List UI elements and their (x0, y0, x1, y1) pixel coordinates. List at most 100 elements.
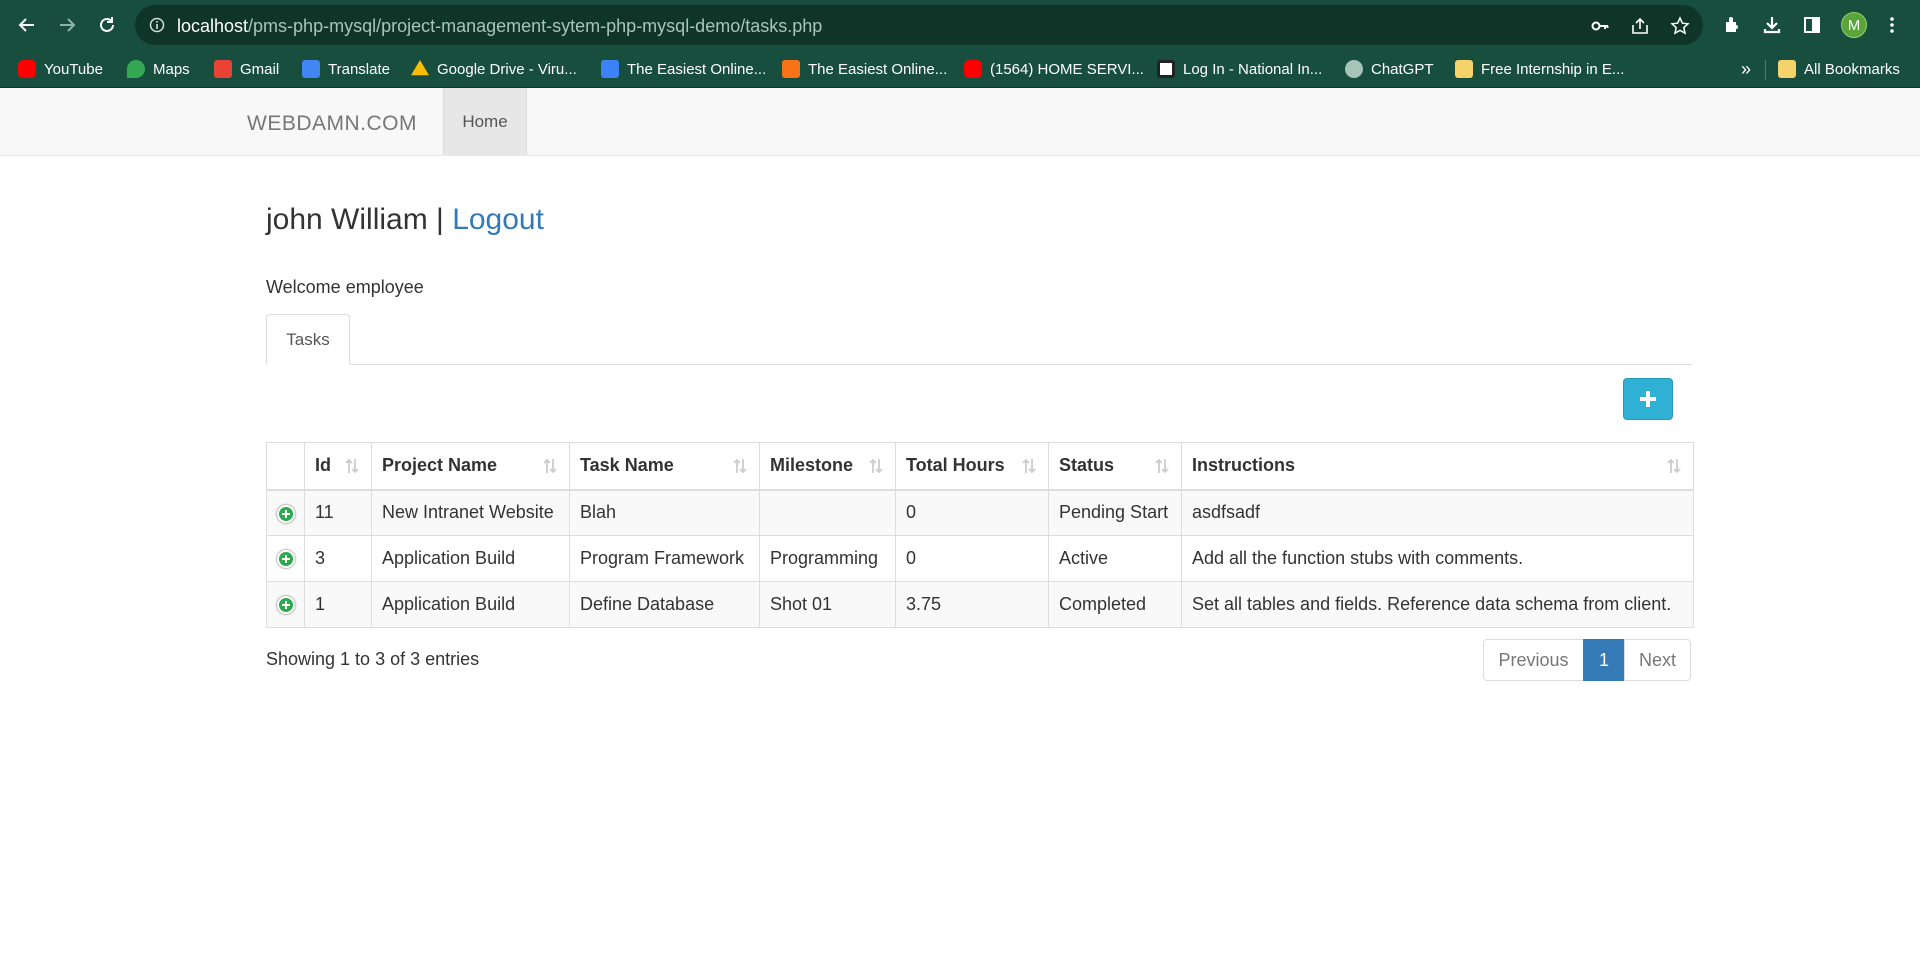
column-label: Milestone (770, 455, 854, 476)
column-label: Status (1059, 455, 1115, 476)
logout-link[interactable]: Logout (452, 203, 544, 236)
bookmark-free-internship[interactable]: Free Internship in E... (1455, 58, 1624, 80)
bookmark-easiest-online-1[interactable]: The Easiest Online... (601, 58, 766, 80)
plus-icon (1640, 391, 1656, 407)
bookmarks-overflow-icon[interactable]: » (1741, 58, 1751, 80)
expand-cell[interactable] (266, 535, 305, 582)
nav-home[interactable]: Home (443, 88, 527, 155)
cell-instructions: Add all the function stubs with comments… (1181, 535, 1694, 582)
extensions-icon[interactable] (1720, 13, 1744, 37)
cell-milestone: Programming (759, 535, 896, 582)
expand-row-icon[interactable] (276, 596, 295, 615)
cell-total-hours: 3.75 (895, 581, 1049, 628)
cell-task-name: Define Database (569, 581, 760, 628)
cell-project-name: New Intranet Website (371, 489, 570, 536)
bookmark-national-in[interactable]: Log In - National In... (1157, 58, 1322, 80)
reload-icon[interactable] (95, 13, 119, 37)
forward-icon[interactable] (55, 13, 79, 37)
youtube-icon (18, 60, 36, 78)
expand-cell[interactable] (266, 489, 305, 536)
cell-status: Active (1048, 535, 1182, 582)
pen-icon (601, 60, 619, 78)
folder-icon (1778, 60, 1796, 78)
profile-avatar[interactable]: M (1841, 12, 1867, 38)
column-header-task-name[interactable]: Task Name (569, 442, 760, 491)
table-row[interactable]: 3 Application Build Program Framework Pr… (266, 535, 1694, 582)
bookmark-gmail[interactable]: Gmail (214, 58, 279, 80)
expand-row-icon[interactable] (276, 504, 295, 523)
star-icon[interactable] (1670, 16, 1690, 36)
bookmark-youtube[interactable]: YouTube (18, 58, 103, 80)
bookmark-google-drive[interactable]: Google Drive - Viru... (411, 58, 577, 80)
table-header-row: Id Project Name Task Name Milestone Tota… (266, 442, 1694, 491)
column-header-milestone[interactable]: Milestone (759, 442, 896, 491)
all-bookmarks[interactable]: All Bookmarks (1778, 58, 1900, 80)
expand-row-icon[interactable] (276, 550, 295, 569)
sort-icon (543, 458, 557, 474)
expand-cell[interactable] (266, 581, 305, 628)
cell-id: 1 (304, 581, 372, 628)
download-icon[interactable] (1760, 13, 1784, 37)
browser-toolbar: localhost/pms-php-mysql/project-manageme… (0, 0, 1920, 50)
back-icon[interactable] (15, 13, 39, 37)
side-panel-icon[interactable] (1800, 13, 1824, 37)
column-header-project-name[interactable]: Project Name (371, 442, 570, 491)
bookmark-easiest-online-2[interactable]: The Easiest Online... (782, 58, 947, 80)
address-bar[interactable]: localhost/pms-php-mysql/project-manageme… (135, 5, 1703, 45)
next-button[interactable]: Next (1624, 639, 1691, 681)
bookmark-translate[interactable]: Translate (302, 58, 390, 80)
user-header: john William | Logout (266, 203, 544, 237)
url-text[interactable]: localhost/pms-php-mysql/project-manageme… (177, 16, 822, 37)
tabs-divider (266, 364, 1693, 365)
tasks-table: Id Project Name Task Name Milestone Tota… (266, 442, 1694, 628)
brand-logo[interactable]: WEBDAMN.COM (247, 112, 417, 136)
cell-instructions: Set all tables and fields. Reference dat… (1181, 581, 1694, 628)
cell-id: 3 (304, 535, 372, 582)
bookmark-chatgpt[interactable]: ChatGPT (1345, 58, 1434, 80)
column-header-instructions[interactable]: Instructions (1181, 442, 1694, 491)
cell-status: Completed (1048, 581, 1182, 628)
cell-instructions: asdfsadf (1181, 489, 1694, 536)
cell-task-name: Program Framework (569, 535, 760, 582)
cell-project-name: Application Build (371, 535, 570, 582)
bookmark-label: Log In - National In... (1183, 60, 1323, 78)
bookmark-label: The Easiest Online... (808, 60, 948, 78)
user-name: john William (266, 203, 428, 236)
column-header-id[interactable]: Id (304, 442, 372, 491)
column-header-total-hours[interactable]: Total Hours (895, 442, 1049, 491)
table-row[interactable]: 1 Application Build Define Database Shot… (266, 581, 1694, 628)
column-header-status[interactable]: Status (1048, 442, 1182, 491)
key-icon[interactable] (1590, 16, 1610, 36)
bookmark-label: The Easiest Online... (627, 60, 767, 78)
sort-icon (1022, 458, 1036, 474)
menu-icon[interactable] (1880, 13, 1904, 37)
add-task-button[interactable] (1623, 378, 1673, 420)
page-1-button[interactable]: 1 (1583, 639, 1625, 681)
tab-tasks[interactable]: Tasks (266, 314, 350, 365)
chatgpt-icon (1345, 60, 1363, 78)
app-navbar: WEBDAMN.COM Home (0, 88, 1920, 156)
sort-icon (1155, 458, 1169, 474)
bookmark-label: Google Drive - Viru... (437, 60, 577, 78)
cell-task-name: Blah (569, 489, 760, 536)
bookmark-label: Gmail (240, 60, 280, 78)
sort-icon (1667, 458, 1681, 474)
share-icon[interactable] (1630, 16, 1650, 36)
column-label: Total Hours (906, 455, 1005, 476)
youtube-icon (964, 60, 982, 78)
bookmark-home-servi[interactable]: (1564) HOME SERVI... (964, 58, 1144, 80)
cell-total-hours: 0 (895, 489, 1049, 536)
ni-icon (1157, 60, 1175, 78)
bookmark-label: Maps (153, 60, 190, 78)
table-info: Showing 1 to 3 of 3 entries (266, 649, 480, 669)
welcome-text: Welcome employee (266, 277, 424, 297)
site-info-icon[interactable] (149, 17, 165, 38)
header-separator: | (427, 203, 453, 236)
gmail-icon (214, 60, 232, 78)
table-row[interactable]: 11 New Intranet Website Blah 0 Pending S… (266, 489, 1694, 536)
previous-button[interactable]: Previous (1483, 639, 1584, 681)
bookmark-label: Free Internship in E... (1481, 60, 1625, 78)
column-label: Id (315, 455, 331, 476)
maps-icon (127, 60, 145, 78)
bookmark-maps[interactable]: Maps (127, 58, 190, 80)
